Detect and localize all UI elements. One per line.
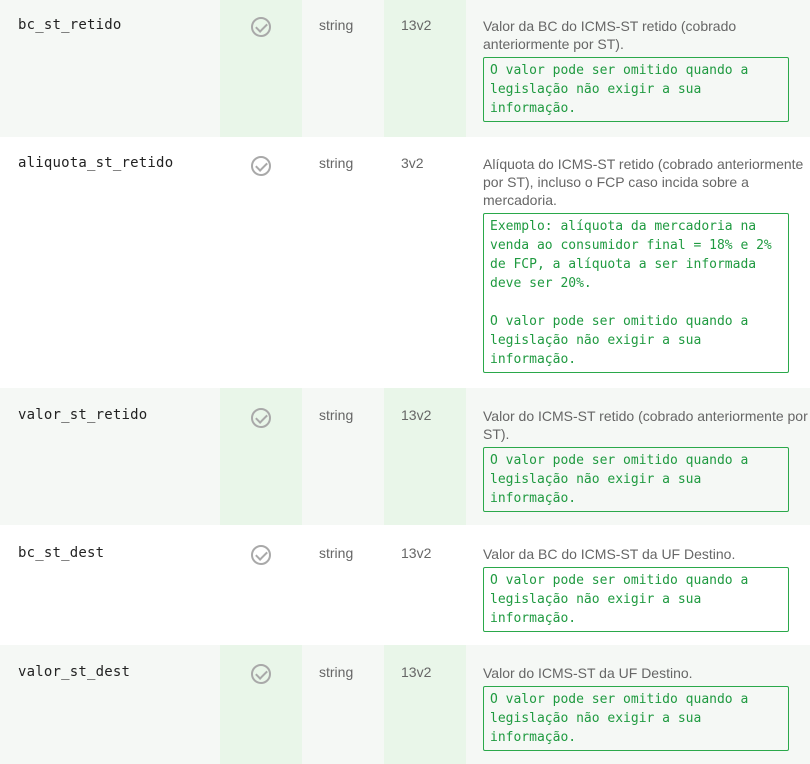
field-description-cell: Valor do ICMS-ST retido (cobrado anterio… [466, 388, 810, 525]
field-version: 3v2 [401, 155, 424, 171]
note-text: O valor pode ser omitido quando a legisl… [490, 692, 749, 745]
field-name: aliquota_st_retido [18, 155, 174, 171]
field-type: string [319, 407, 354, 423]
field-type: string [319, 545, 354, 561]
required-cell [220, 388, 302, 525]
table-row: aliquota_st_retido string 3v2 Alíquota d… [0, 137, 810, 388]
field-type: string [319, 17, 354, 33]
fields-table: bc_st_retido string 13v2 Valor da BC do … [0, 0, 810, 764]
note-box: O valor pode ser omitido quando a legisl… [483, 57, 789, 122]
field-type: string [319, 155, 354, 171]
note-text: O valor pode ser omitido quando a legisl… [490, 314, 749, 367]
note-text: O valor pode ser omitido quando a legisl… [490, 573, 749, 626]
required-cell [220, 645, 302, 764]
check-circle-icon [251, 664, 271, 684]
field-name: valor_st_retido [18, 407, 148, 423]
note-text: O valor pode ser omitido quando a legisl… [490, 453, 749, 506]
note-box: Exemplo: alíquota da mercadoria na venda… [483, 213, 789, 373]
note-box: O valor pode ser omitido quando a legisl… [483, 686, 789, 751]
field-name: bc_st_retido [18, 17, 122, 33]
field-name: valor_st_dest [18, 664, 131, 680]
note-box: O valor pode ser omitido quando a legisl… [483, 567, 789, 632]
field-name: bc_st_dest [18, 545, 105, 561]
field-version: 13v2 [401, 545, 432, 561]
check-circle-icon [251, 408, 271, 428]
check-circle-icon [251, 17, 271, 37]
field-description-cell: Alíquota do ICMS-ST retido (cobrado ante… [466, 137, 810, 388]
field-description-cell: Valor da BC do ICMS-ST retido (cobrado a… [466, 0, 810, 137]
note-box: O valor pode ser omitido quando a legisl… [483, 447, 789, 512]
field-description-cell: Valor da BC do ICMS-ST da UF Destino. O … [466, 525, 810, 645]
field-description: Valor do ICMS-ST da UF Destino. [483, 665, 693, 681]
note-text: Exemplo: alíquota da mercadoria na venda… [490, 219, 772, 291]
field-type: string [319, 664, 354, 680]
check-circle-icon [251, 545, 271, 565]
field-description: Alíquota do ICMS-ST retido (cobrado ante… [483, 156, 804, 208]
required-cell [220, 0, 302, 137]
field-description: Valor do ICMS-ST retido (cobrado anterio… [483, 408, 808, 442]
table-row: valor_st_dest string 13v2 Valor do ICMS-… [0, 645, 810, 764]
note-text: O valor pode ser omitido quando a legisl… [490, 63, 749, 116]
field-version: 13v2 [384, 645, 466, 764]
table-row: bc_st_retido string 13v2 Valor da BC do … [0, 0, 810, 137]
check-circle-icon [251, 156, 271, 176]
field-description-cell: Valor do ICMS-ST da UF Destino. O valor … [466, 645, 810, 764]
table-row: bc_st_dest string 13v2 Valor da BC do IC… [0, 525, 810, 645]
required-cell [220, 137, 302, 388]
field-version: 13v2 [384, 0, 466, 137]
field-description: Valor da BC do ICMS-ST da UF Destino. [483, 546, 736, 562]
table-row: valor_st_retido string 13v2 Valor do ICM… [0, 388, 810, 525]
field-description: Valor da BC do ICMS-ST retido (cobrado a… [483, 18, 737, 52]
field-version: 13v2 [384, 388, 466, 525]
required-cell [220, 525, 302, 645]
